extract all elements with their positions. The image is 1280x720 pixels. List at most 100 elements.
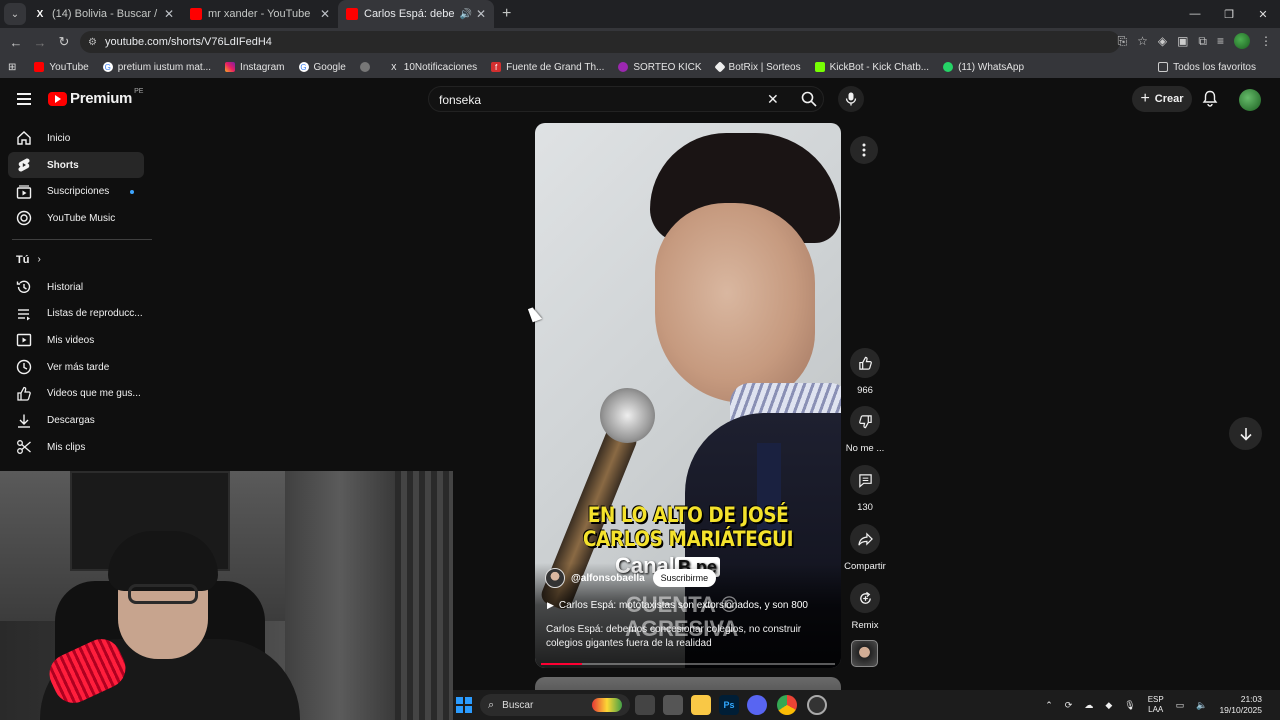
volume-icon[interactable]: 🔈 (1196, 700, 1207, 711)
sync-icon[interactable]: ⟳ (1065, 700, 1073, 711)
sidebar-item-historial[interactable]: Historial (8, 274, 144, 301)
windows-start-icon[interactable] (456, 697, 472, 713)
sidebar-item-shorts[interactable]: Shorts (8, 151, 144, 179)
apps-icon[interactable]: ⊞ (8, 62, 16, 73)
more-options-button[interactable] (850, 136, 878, 164)
clear-icon[interactable]: ✕ (767, 91, 779, 108)
bookmark-pretium[interactable]: Gpretium iustum mat... (102, 62, 211, 73)
file-explorer-icon[interactable] (691, 695, 711, 715)
bookmark-kickbot[interactable]: KickBot - Kick Chatb... (814, 62, 929, 73)
bookmark-youtube[interactable]: YouTube (34, 62, 89, 73)
folder-icon (1158, 62, 1169, 72)
youtube-premium-logo[interactable]: Premium PE (48, 88, 143, 107)
sidebar-item-label: Mis videos (47, 334, 95, 346)
extension-icon[interactable]: ◈ (1158, 34, 1167, 48)
media-icon[interactable]: ≡ (1217, 34, 1224, 48)
discord-icon[interactable] (747, 695, 767, 715)
sidebar-item-mis-clips[interactable]: Mis clips (8, 434, 144, 461)
like-button[interactable] (850, 348, 880, 378)
search-input[interactable] (439, 91, 759, 109)
sound-thumbnail[interactable] (851, 640, 878, 667)
sidebar-item-label: Shorts (47, 159, 79, 171)
notifications-button[interactable] (1202, 90, 1218, 112)
security-icon[interactable]: ◆ (1105, 700, 1112, 711)
sidebar-item-suscripciones[interactable]: Suscripciones (8, 178, 144, 205)
all-bookmarks-folder[interactable]: Todos los favoritos (1158, 62, 1256, 73)
channel-avatar[interactable] (545, 568, 565, 588)
account-avatar[interactable] (1239, 89, 1261, 111)
chevron-up-icon[interactable]: ⌃ (1045, 700, 1053, 711)
network-icon[interactable]: ▭ (1176, 700, 1185, 711)
sidebar-item-inicio[interactable]: Inicio (8, 125, 144, 152)
browser-tab-2[interactable]: mr xander - YouTube ✕ (182, 0, 338, 28)
video-progress-bar[interactable] (541, 663, 835, 665)
close-icon[interactable]: ✕ (476, 7, 486, 21)
next-short-button[interactable] (1229, 417, 1262, 450)
bookmark-globe[interactable] (359, 62, 375, 72)
sidebar-item-videos-que-me-gustan[interactable]: Videos que me gus... (8, 381, 144, 408)
bookmark-label: Google (313, 61, 346, 73)
app-icon[interactable] (663, 695, 683, 715)
bookmark-google[interactable]: G Google (298, 61, 346, 73)
whatsapp-icon (943, 62, 954, 72)
dislike-button[interactable] (850, 406, 880, 436)
bookmark-whatsapp[interactable]: (11) WhatsApp (943, 62, 1024, 73)
puzzle-icon[interactable]: ⧉ (1198, 34, 1207, 49)
star-icon[interactable]: ☆ (1137, 34, 1148, 48)
taskbar-search[interactable]: ⌕ Buscar (480, 694, 630, 716)
you-section-header[interactable]: Tú › (0, 248, 152, 272)
comment-icon (858, 473, 872, 488)
system-tray: ⌃ ⟳ ☁ ◆ 🎙 ESP LAA ▭ 🔈 21:03 19/10/2025 (1039, 690, 1280, 720)
browser-tab-1[interactable]: X (14) Bolivia - Buscar / X ✕ (26, 0, 182, 28)
new-tab-button[interactable]: + (502, 5, 511, 23)
language-indicator[interactable]: ESP LAA (1148, 695, 1164, 715)
cloud-icon[interactable]: ☁ (1084, 700, 1093, 711)
create-button[interactable]: + Crear (1132, 86, 1192, 112)
bookmark-sorteo-kick[interactable]: SORTEO KICK (618, 62, 702, 73)
short-video-player[interactable]: EN LO ALTO DE JOSÉ CARLOS MARIÁTEGUI Can… (535, 123, 841, 668)
chrome-icon[interactable] (777, 695, 797, 715)
font-icon: f (491, 62, 502, 72)
extension-icon[interactable]: ▣ (1177, 34, 1188, 48)
voice-search-button[interactable] (838, 86, 864, 112)
site-info-icon[interactable]: ⚙ (88, 37, 97, 48)
sidebar-item-mis-videos[interactable]: Mis videos (8, 327, 144, 354)
channel-name[interactable]: @alfonsobaella (571, 573, 645, 584)
minimize-icon[interactable]: — (1178, 0, 1212, 28)
speaker-icon[interactable]: 🔊 (459, 9, 471, 20)
install-icon[interactable]: ⎘ (1117, 34, 1127, 49)
browser-tab-3[interactable]: Carlos Espá: debemos conc 🔊 ✕ (338, 0, 494, 28)
bookmark-instagram[interactable]: Instagram (225, 62, 285, 73)
obs-icon[interactable] (807, 695, 827, 715)
close-icon[interactable]: ✕ (164, 7, 174, 21)
menu-icon[interactable] (17, 93, 31, 105)
sidebar-item-listas[interactable]: Listas de reproducc... (8, 300, 144, 327)
close-icon[interactable]: ✕ (320, 7, 330, 21)
task-view-icon[interactable] (635, 695, 655, 715)
address-bar[interactable]: ⚙ youtube.com/shorts/V76LdIFedH4 (80, 31, 1120, 53)
clock[interactable]: 21:03 19/10/2025 (1219, 694, 1262, 716)
close-window-icon[interactable]: ✕ (1246, 0, 1280, 28)
tab-search-button[interactable]: ⌄ (4, 3, 26, 25)
subscribe-button[interactable]: Suscribirme (652, 569, 717, 587)
forward-icon[interactable]: → (28, 35, 52, 50)
sidebar-item-descargas[interactable]: Descargas (8, 407, 144, 434)
remix-button[interactable] (850, 583, 880, 613)
profile-avatar[interactable] (1234, 33, 1250, 49)
menu-icon[interactable]: ⋮ (1260, 34, 1272, 48)
back-icon[interactable]: ← (4, 35, 28, 50)
restore-icon[interactable]: ❐ (1212, 0, 1246, 28)
reload-icon[interactable]: ↻ (52, 34, 76, 50)
search-button[interactable] (793, 87, 825, 111)
video-microphone (600, 388, 655, 443)
sidebar-item-youtube-music[interactable]: YouTube Music (8, 205, 144, 232)
share-button[interactable] (850, 524, 880, 554)
bookmark-fuente[interactable]: f Fuente de Grand Th... (491, 62, 604, 73)
mic-icon[interactable]: 🎙 (1124, 700, 1135, 711)
bookmark-botrix[interactable]: BotRix | Sorteos (713, 61, 801, 73)
bookmark-10notificaciones[interactable]: X 10Notificaciones (389, 62, 477, 73)
related-video-link[interactable]: ▶ Carlos Espá: mototaxistas son extorsio… (547, 600, 808, 611)
sidebar-item-ver-mas-tarde[interactable]: Ver más tarde (8, 354, 144, 381)
photoshop-icon[interactable]: Ps (719, 695, 739, 715)
comments-button[interactable] (850, 465, 880, 495)
